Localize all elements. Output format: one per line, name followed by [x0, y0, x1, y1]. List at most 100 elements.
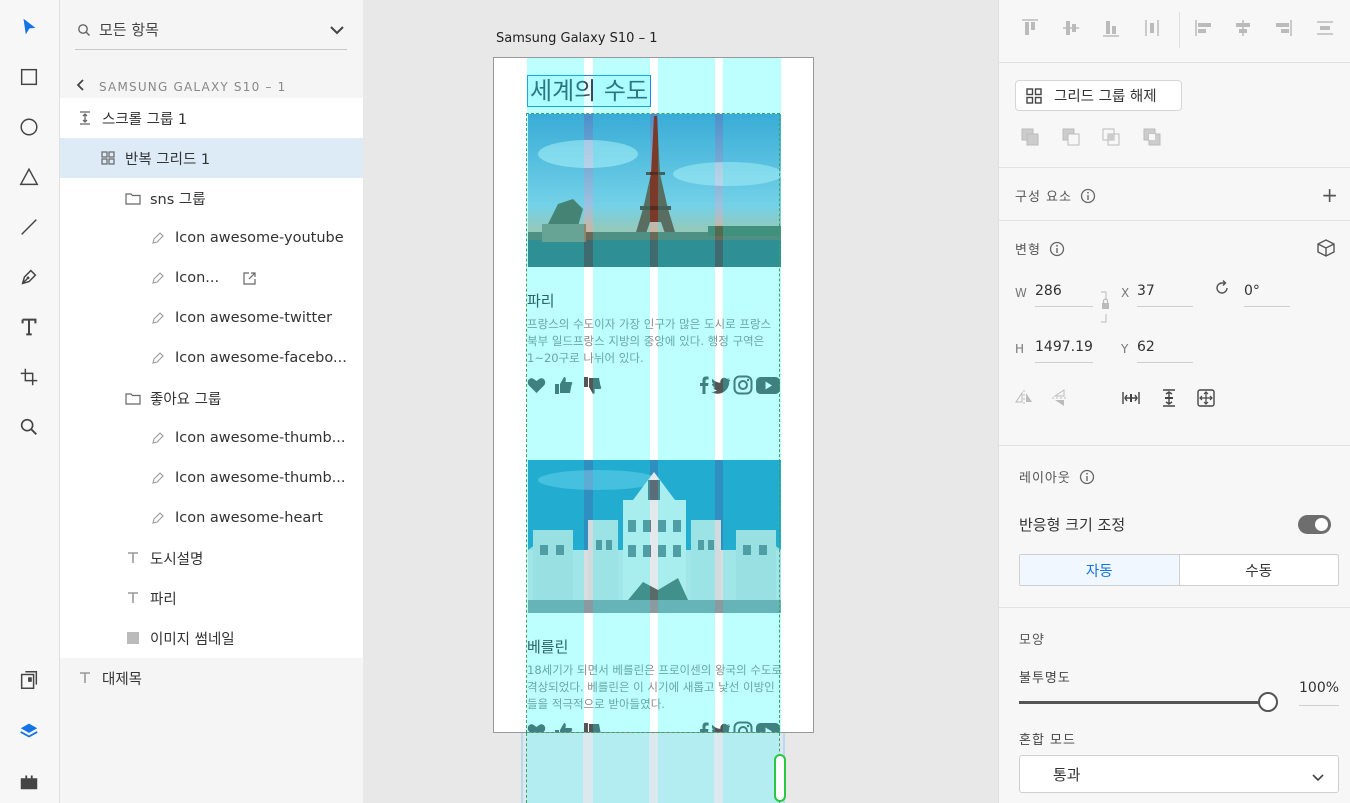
- vertical-padding-icon[interactable]: [1158, 387, 1180, 409]
- flip-horizontal-icon[interactable]: [1013, 387, 1035, 409]
- height-input[interactable]: 1497.19: [1035, 339, 1093, 363]
- layer-icon-thumbs-down[interactable]: Icon awesome-thumb...: [60, 458, 363, 498]
- manual-resize-button[interactable]: 수동: [1180, 555, 1339, 585]
- appearance-section-label: 모양: [1019, 633, 1045, 648]
- add-component-icon[interactable]: +: [1321, 183, 1338, 207]
- text-icon: [124, 589, 142, 607]
- opacity-slider-knob[interactable]: [1258, 692, 1278, 712]
- text-tool-icon[interactable]: [14, 312, 44, 342]
- align-middle-icon[interactable]: [1059, 16, 1083, 40]
- layer-label: 좋아요 그룹: [150, 391, 222, 408]
- align-center-icon[interactable]: [1231, 16, 1255, 40]
- search-filter[interactable]: 모든 항목: [75, 10, 347, 50]
- layer-paris-text[interactable]: 파리: [60, 578, 363, 618]
- align-bottom-icon[interactable]: [1099, 16, 1123, 40]
- repeat-grid-outline[interactable]: [526, 113, 780, 733]
- layer-scroll-group[interactable]: 스크롤 그룹 1: [60, 98, 363, 138]
- blend-mode-select[interactable]: 통과: [1019, 755, 1339, 793]
- layers-icon[interactable]: [14, 716, 44, 746]
- boolean-intersect-icon[interactable]: [1100, 126, 1122, 148]
- design-canvas[interactable]: Samsung Galaxy S10 – 1 세계의 수도 파리 프랑스의 수도…: [363, 0, 998, 803]
- text-icon: [76, 669, 94, 687]
- horizontal-padding-icon[interactable]: [1120, 387, 1142, 409]
- info-icon[interactable]: [1049, 241, 1065, 257]
- select-tool-icon[interactable]: [14, 12, 44, 42]
- boolean-exclude-icon[interactable]: [1141, 126, 1163, 148]
- pen-path-icon: [149, 509, 167, 527]
- pen-path-icon: [149, 269, 167, 287]
- pen-tool-icon[interactable]: [14, 262, 44, 292]
- artboard-title[interactable]: Samsung Galaxy S10 – 1: [496, 31, 657, 46]
- responsive-resize-toggle[interactable]: [1298, 515, 1331, 534]
- ungroup-grid-button[interactable]: 그리드 그룹 해제: [1015, 80, 1182, 111]
- layer-city-description[interactable]: 도시설명: [60, 538, 363, 578]
- rotation-input[interactable]: 0°: [1244, 283, 1290, 307]
- rectangle-tool-icon[interactable]: [14, 62, 44, 92]
- ellipse-tool-icon[interactable]: [14, 112, 44, 142]
- layer-icon-instagram[interactable]: Icon...: [60, 258, 363, 298]
- assets-icon[interactable]: [14, 665, 44, 695]
- distribute-vertical-icon[interactable]: [1140, 16, 1164, 40]
- opacity-input[interactable]: 100%: [1299, 680, 1339, 706]
- external-link-icon[interactable]: [243, 271, 256, 285]
- layer-label: 이미지 썸네일: [150, 631, 235, 648]
- auto-resize-button[interactable]: 자동: [1020, 555, 1180, 585]
- ungroup-grid-label: 그리드 그룹 해제: [1054, 89, 1157, 105]
- 3d-transform-icon[interactable]: [1315, 237, 1337, 259]
- layer-main-title[interactable]: 대제목: [60, 658, 363, 698]
- components-section: 구성 요소: [1015, 186, 1096, 205]
- distribute-horizontal-icon[interactable]: [1313, 16, 1337, 40]
- layer-label: Icon awesome-thumb...: [175, 470, 346, 486]
- chevron-down-icon[interactable]: [327, 25, 347, 35]
- width-input[interactable]: 286: [1035, 283, 1093, 307]
- zoom-tool-icon[interactable]: [14, 412, 44, 442]
- breadcrumb-label: SAMSUNG GALAXY S10 – 1: [99, 80, 287, 94]
- repeat-grid-icon: [1026, 87, 1042, 104]
- layer-icon-youtube[interactable]: Icon awesome-youtube: [60, 218, 363, 258]
- layers-panel: 모든 항목 SAMSUNG GALAXY S10 – 1 스크롤 그룹 1 반복…: [60, 0, 363, 803]
- artboard-tool-icon[interactable]: [14, 362, 44, 392]
- layer-label: Icon...: [175, 270, 220, 286]
- opacity-slider-track[interactable]: [1019, 701, 1259, 704]
- chevron-left-icon[interactable]: [75, 78, 85, 96]
- align-top-icon[interactable]: [1018, 16, 1042, 40]
- repeat-grid-vertical-handle[interactable]: [774, 754, 786, 802]
- layer-label: Icon awesome-heart: [175, 510, 323, 526]
- x-label: X: [1121, 286, 1130, 300]
- layer-image-thumbnail[interactable]: 이미지 썸네일: [60, 618, 363, 658]
- scroll-group-icon: [76, 109, 94, 127]
- layer-repeat-grid[interactable]: 반복 그리드 1: [60, 138, 363, 178]
- rectangle-icon: [124, 629, 142, 647]
- width-label: W: [1015, 286, 1027, 300]
- line-tool-icon[interactable]: [14, 212, 44, 242]
- x-input[interactable]: 37: [1137, 283, 1193, 307]
- layer-label: sns 그룹: [150, 191, 206, 208]
- layer-icon-heart[interactable]: Icon awesome-heart: [60, 498, 363, 538]
- rotate-icon: [1211, 277, 1233, 299]
- align-right-icon[interactable]: [1271, 16, 1295, 40]
- grid-overflow-outline: [526, 733, 780, 803]
- breadcrumb[interactable]: SAMSUNG GALAXY S10 – 1: [75, 76, 287, 98]
- boolean-add-icon[interactable]: [1019, 126, 1041, 148]
- y-input[interactable]: 62: [1137, 339, 1193, 363]
- boolean-subtract-icon[interactable]: [1060, 126, 1082, 148]
- layer-sns-group[interactable]: sns 그룹: [60, 178, 363, 218]
- plugins-icon[interactable]: [14, 766, 44, 796]
- info-icon[interactable]: [1079, 469, 1095, 485]
- layer-list: 스크롤 그룹 1 반복 그리드 1 sns 그룹 Icon awesome-yo…: [60, 98, 363, 658]
- layer-icon-thumbs-up[interactable]: Icon awesome-thumb...: [60, 418, 363, 458]
- transform-label: 변형: [1015, 243, 1041, 258]
- lock-aspect-icon[interactable]: [1094, 291, 1116, 323]
- flip-vertical-icon[interactable]: [1049, 387, 1071, 409]
- layer-like-group[interactable]: 좋아요 그룹: [60, 378, 363, 418]
- search-icon: [75, 23, 93, 37]
- layer-label: 대제목: [102, 671, 143, 688]
- align-left-icon[interactable]: [1192, 16, 1216, 40]
- layer-icon-facebook[interactable]: Icon awesome-facebo...: [60, 338, 363, 378]
- y-label: Y: [1121, 342, 1129, 356]
- padding-all-icon[interactable]: [1195, 387, 1217, 409]
- search-filter-text[interactable]: 모든 항목: [93, 19, 327, 40]
- polygon-tool-icon[interactable]: [14, 162, 44, 192]
- info-icon[interactable]: [1080, 188, 1096, 204]
- layer-icon-twitter[interactable]: Icon awesome-twitter: [60, 298, 363, 338]
